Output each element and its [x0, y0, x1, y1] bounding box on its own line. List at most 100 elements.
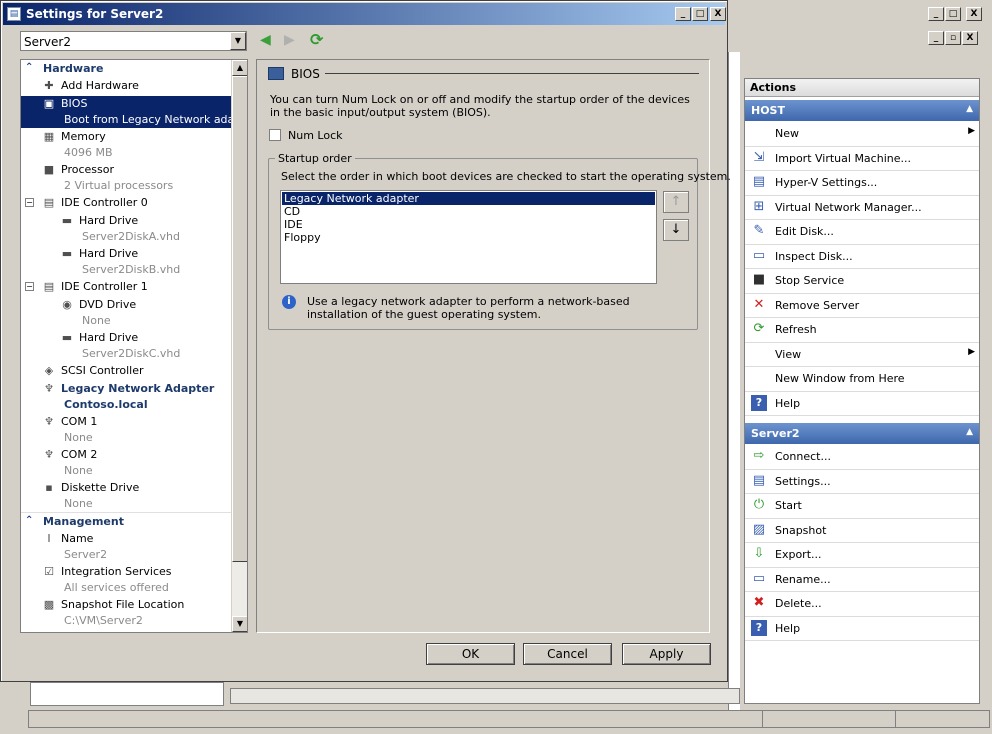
- main-bottom-pane: [30, 682, 224, 706]
- chevron-down-icon[interactable]: ▼: [230, 32, 246, 50]
- action-start[interactable]: ⏻ Start: [745, 494, 979, 518]
- mdi-restore-button[interactable]: ▫: [945, 31, 961, 45]
- tree-item[interactable]: ▬ Hard Drive Server2DiskC.vhd: [21, 330, 231, 362]
- boot-device-item[interactable]: IDE: [282, 218, 655, 231]
- action-new[interactable]: New ▶: [745, 122, 979, 146]
- action-connect[interactable]: ⇨ Connect...: [745, 445, 979, 469]
- hard-drive-icon: ▬: [61, 214, 73, 227]
- action-hyper-v-settings[interactable]: ▤ Hyper-V Settings...: [745, 171, 979, 195]
- tree-section-management-label: Management: [43, 515, 124, 528]
- back-arrow-icon[interactable]: ◀: [260, 32, 271, 48]
- dialog-minimize-button[interactable]: _: [675, 7, 691, 21]
- actions-pane: Actions HOST ▲ New ▶ ⇲ Import Virtual Machi…: [744, 78, 980, 704]
- tree-item[interactable]: ■ Processor 2 Virtual processors: [21, 162, 231, 194]
- tree-section-management[interactable]: ⌃ Management: [21, 514, 231, 530]
- refresh-icon[interactable]: ⟳: [310, 30, 323, 49]
- dialog-close-button[interactable]: X: [710, 7, 726, 21]
- tree-item[interactable]: ♆ Legacy Network Adapter Contoso.local: [21, 381, 231, 413]
- tree-item[interactable]: ◈ SCSI Controller: [21, 363, 231, 380]
- collapse-chevron-icon[interactable]: ⌃: [25, 515, 33, 526]
- collapse-chevron-icon[interactable]: ⌃: [25, 62, 33, 73]
- tree-section-hardware[interactable]: ⌃ Hardware: [21, 61, 231, 77]
- action-settings[interactable]: ▤ Settings...: [745, 470, 979, 494]
- host-section-header[interactable]: HOST ▲: [745, 100, 979, 121]
- tree-item[interactable]: ♆ COM 2 None: [21, 447, 231, 479]
- tree-item-detail: All services offered: [64, 581, 169, 594]
- action-inspect-disk[interactable]: ▭ Inspect Disk...: [745, 245, 979, 269]
- tree-item[interactable]: ◉ DVD Drive None: [21, 297, 231, 329]
- tree-item[interactable]: ☑ Integration Services All services offere…: [21, 564, 231, 596]
- server-section-header[interactable]: Server2 ▲: [745, 423, 979, 444]
- tree-item[interactable]: Ⅰ Name Server2: [21, 531, 231, 563]
- scroll-down-button[interactable]: ▼: [232, 616, 247, 632]
- action-virtual-network-manager[interactable]: ⊞ Virtual Network Manager...: [745, 196, 979, 220]
- network-manager-icon: ⊞: [753, 198, 765, 214]
- tree-item[interactable]: ▣ BIOS Boot from Legacy Network ada...: [21, 96, 245, 128]
- boot-order-list[interactable]: Legacy Network adapter CD IDE Floppy: [280, 190, 657, 284]
- tree-item-detail: Server2DiskA.vhd: [82, 230, 180, 243]
- move-up-button[interactable]: ↑: [663, 191, 689, 213]
- tree-item[interactable]: ▦ Memory 4096 MB: [21, 129, 231, 161]
- tree-item-label: Snapshot File Location: [61, 598, 185, 611]
- action-edit-disk[interactable]: ✎ Edit Disk...: [745, 220, 979, 244]
- action-snapshot[interactable]: ▨ Snapshot: [745, 519, 979, 543]
- tree-item[interactable]: ▪ Diskette Drive None: [21, 480, 231, 512]
- help-icon: ?: [751, 394, 767, 411]
- cancel-button[interactable]: Cancel: [523, 643, 612, 665]
- boot-device-item[interactable]: Floppy: [282, 231, 655, 244]
- tree-item[interactable]: ♆ COM 1 None: [21, 414, 231, 446]
- tree-item[interactable]: ✚ Add Hardware: [21, 78, 231, 95]
- action-export[interactable]: ⇩ Export...: [745, 543, 979, 567]
- action-refresh[interactable]: ⟳ Refresh: [745, 318, 979, 342]
- forward-arrow-icon[interactable]: ▶: [284, 32, 295, 48]
- tree-item[interactable]: ▬ Hard Drive Server2DiskB.vhd: [21, 246, 231, 278]
- action-label: Delete...: [775, 597, 822, 610]
- vm-selector-dropdown[interactable]: Server2 ▼: [20, 31, 247, 51]
- settings-icon: ▤: [752, 472, 766, 488]
- action-delete[interactable]: ✖ Delete...: [745, 592, 979, 616]
- info-icon: i: [282, 295, 296, 309]
- action-help[interactable]: ? Help: [745, 617, 979, 641]
- main-minimize-button[interactable]: _: [928, 7, 944, 21]
- action-stop-service[interactable]: ■ Stop Service: [745, 269, 979, 293]
- tree-scrollbar[interactable]: ▲ ▼: [231, 60, 247, 632]
- apply-button[interactable]: Apply: [622, 643, 711, 665]
- status-bar-divider: [762, 710, 763, 728]
- action-help[interactable]: ? Help: [745, 392, 979, 416]
- collapse-icon: ▲: [966, 427, 973, 437]
- integration-services-icon: ☑: [44, 565, 54, 578]
- tree-item-label: Hard Drive: [79, 331, 139, 344]
- action-rename[interactable]: ▭ Rename...: [745, 568, 979, 592]
- scroll-up-button[interactable]: ▲: [232, 60, 247, 76]
- tree-item[interactable]: ▩ Snapshot File Location C:\VM\Server2: [21, 597, 231, 629]
- main-close-button[interactable]: X: [966, 7, 982, 21]
- tree-item[interactable]: − ▤ IDE Controller 1: [21, 279, 231, 296]
- dialog-title-bar[interactable]: ▤ Settings for Server2 _ □ X: [3, 3, 726, 25]
- boot-device-item[interactable]: Legacy Network adapter: [282, 192, 655, 205]
- export-icon: ⇩: [753, 546, 765, 561]
- action-import-virtual-machine[interactable]: ⇲ Import Virtual Machine...: [745, 147, 979, 171]
- action-label: Hyper-V Settings...: [775, 176, 878, 189]
- scroll-thumb[interactable]: [232, 76, 247, 562]
- main-horizontal-scrollbar[interactable]: [230, 688, 740, 704]
- tree-item-label: Memory: [61, 130, 106, 143]
- tree-item[interactable]: − ▤ IDE Controller 0: [21, 195, 231, 212]
- numlock-checkbox[interactable]: [269, 129, 281, 141]
- action-remove-server[interactable]: ✕ Remove Server: [745, 294, 979, 318]
- action-view[interactable]: View ▶: [745, 343, 979, 367]
- tree-item[interactable]: ▬ Hard Drive Server2DiskA.vhd: [21, 213, 231, 245]
- move-down-button[interactable]: ↓: [663, 219, 689, 241]
- boot-device-item[interactable]: CD: [282, 205, 655, 218]
- main-maximize-button[interactable]: □: [945, 7, 961, 21]
- dialog-maximize-button[interactable]: □: [692, 7, 708, 21]
- action-new-window-from-here[interactable]: New Window from Here: [745, 367, 979, 391]
- tree-item-label: Add Hardware: [61, 79, 139, 92]
- add-hardware-icon: ✚: [44, 79, 54, 92]
- action-label: Stop Service: [775, 274, 845, 287]
- collapse-toggle-icon[interactable]: −: [25, 198, 34, 207]
- mdi-minimize-button[interactable]: _: [928, 31, 944, 45]
- collapse-toggle-icon[interactable]: −: [25, 282, 34, 291]
- mdi-close-button[interactable]: X: [962, 31, 978, 45]
- ok-button[interactable]: OK: [426, 643, 515, 665]
- name-icon: Ⅰ: [47, 532, 51, 545]
